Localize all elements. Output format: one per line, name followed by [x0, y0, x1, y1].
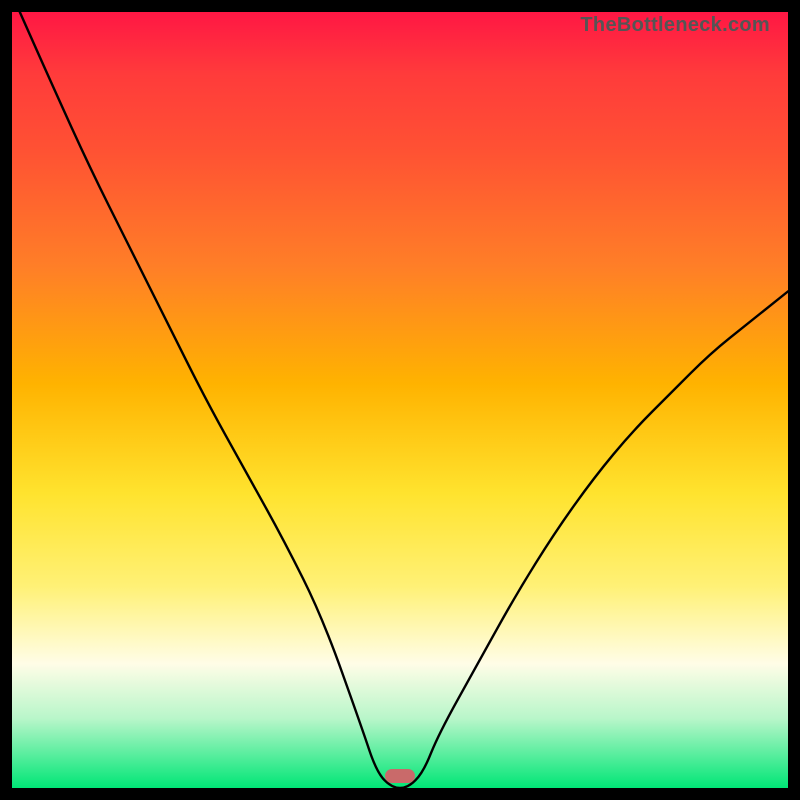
chart-stage: TheBottleneck.com [0, 0, 800, 800]
plot-area: TheBottleneck.com [12, 12, 788, 788]
bottleneck-curve [12, 12, 788, 788]
optimum-marker [385, 769, 415, 783]
